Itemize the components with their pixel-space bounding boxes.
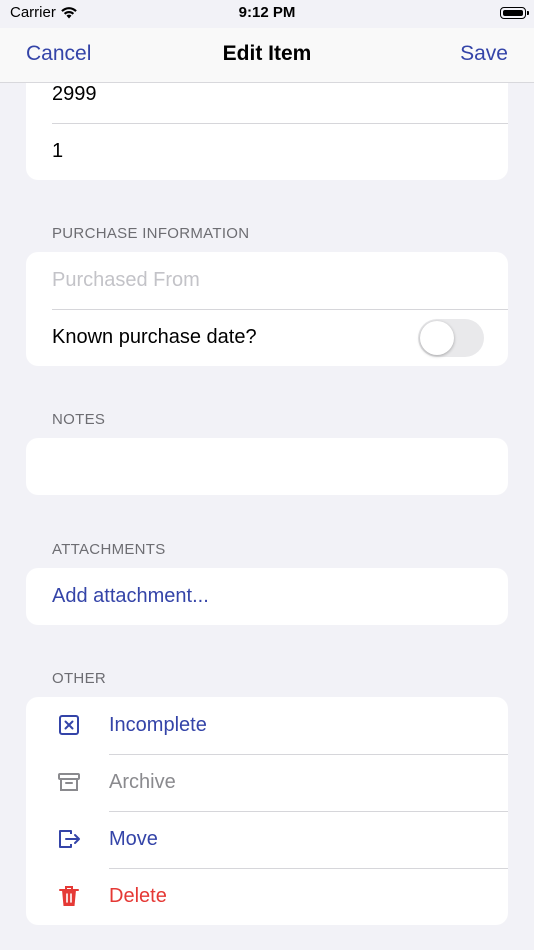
page-title: Edit Item xyxy=(222,42,312,65)
purchase-group: Purchased From Known purchase date? xyxy=(26,252,508,366)
toggle-knob xyxy=(420,321,454,355)
purchase-section-header: PURCHASE INFORMATION xyxy=(52,225,250,242)
known-purchase-date-label: Known purchase date? xyxy=(52,326,257,348)
battery-icon xyxy=(500,7,529,19)
move-out-icon xyxy=(59,830,80,848)
other-section-header: OTHER xyxy=(52,670,106,687)
delete-button[interactable]: Delete xyxy=(26,868,508,925)
incomplete-button[interactable]: Incomplete xyxy=(26,697,508,754)
quantity-field[interactable]: 1 xyxy=(26,123,508,180)
add-attachment-button[interactable]: Add attachment... xyxy=(26,568,508,625)
status-bar: Carrier 9:12 PM xyxy=(0,0,534,28)
purchased-from-placeholder: Purchased From xyxy=(52,269,200,291)
save-button[interactable]: Save xyxy=(460,42,508,66)
x-square-icon xyxy=(59,715,79,735)
status-time: 9:12 PM xyxy=(238,4,296,21)
add-attachment-label: Add attachment... xyxy=(52,585,209,607)
other-actions-group: Incomplete Archive Move Delete xyxy=(26,697,508,925)
archive-button[interactable]: Archive xyxy=(26,754,508,811)
price-value: 2999 xyxy=(52,83,97,105)
notes-section-header: NOTES xyxy=(52,411,106,428)
incomplete-label: Incomplete xyxy=(109,714,207,736)
archive-box-icon xyxy=(58,773,80,791)
archive-label: Archive xyxy=(109,771,176,793)
move-button[interactable]: Move xyxy=(26,811,508,868)
delete-label: Delete xyxy=(109,885,167,907)
known-purchase-date-row: Known purchase date? xyxy=(26,309,508,366)
trash-icon xyxy=(59,886,79,906)
navigation-bar: Cancel Edit Item Save xyxy=(0,28,534,83)
item-details-group: 2999 1 xyxy=(26,66,508,180)
quantity-value: 1 xyxy=(52,140,64,162)
attachments-group: Add attachment... xyxy=(26,568,508,625)
notes-group xyxy=(26,438,508,495)
notes-field[interactable] xyxy=(26,438,508,495)
attachments-section-header: ATTACHMENTS xyxy=(52,541,166,558)
purchased-from-field[interactable]: Purchased From xyxy=(26,252,508,309)
known-purchase-date-toggle[interactable] xyxy=(418,319,484,357)
move-label: Move xyxy=(109,828,158,850)
